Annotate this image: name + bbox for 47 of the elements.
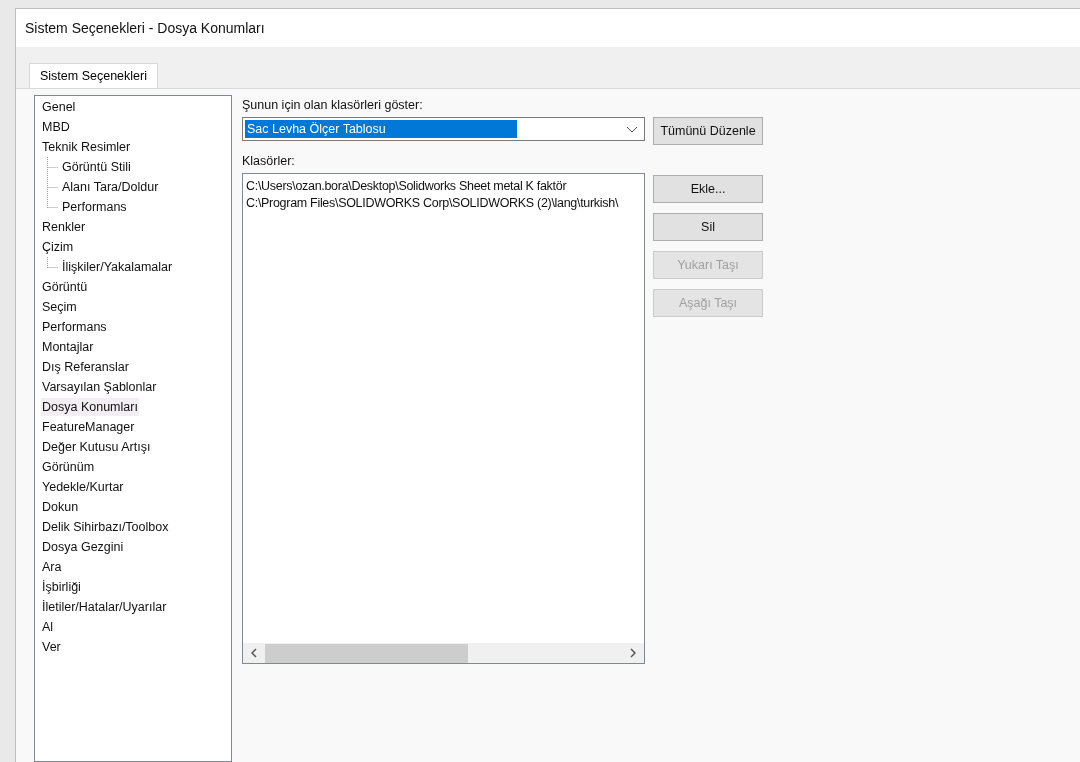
folder-list[interactable]: C:\Users\ozan.bora\Desktop\Solidworks Sheet metal K faktör C:\Program Files\SOLIDWORKS Corp\SOLIDWORKS (2)\lang\turkish\ — [242, 173, 645, 664]
tree-item[interactable]: Montajlar — [41, 337, 95, 357]
dropdown-value: Sac Levha Ölçer Tablosu — [245, 120, 517, 138]
tree-item[interactable]: FeatureManager — [41, 417, 136, 437]
tree-item[interactable]: Performans — [61, 197, 128, 217]
tree-item[interactable]: Dış Referanslar — [41, 357, 130, 377]
tree-item[interactable]: Dokun — [41, 497, 80, 517]
tree-item[interactable]: Teknik Resimler — [41, 137, 132, 157]
window-title: Sistem Seçenekleri - Dosya Konumları — [25, 18, 265, 38]
tree-item[interactable]: Yedekle/Kurtar — [41, 477, 125, 497]
dropdown[interactable]: Sac Levha Ölçer Tablosu — [242, 117, 645, 141]
tree-item[interactable]: Al — [41, 617, 55, 637]
tree-connector-icon — [47, 157, 58, 177]
tree-item[interactable]: Ara — [41, 557, 63, 577]
tree-item[interactable]: MBD — [41, 117, 71, 137]
horizontal-scrollbar[interactable] — [243, 643, 644, 663]
tab[interactable]: Sistem Seçenekleri — [29, 63, 158, 88]
tree-item[interactable]: Görüntü — [41, 277, 89, 297]
tree-item[interactable]: Dosya Gezgini — [41, 537, 125, 557]
tree-item[interactable]: Görünüm — [41, 457, 96, 477]
tree-item[interactable]: Delik Sihirbazı/Toolbox — [41, 517, 170, 537]
field-label: Şunun için olan klasörleri göster: — [242, 97, 424, 114]
tree-item[interactable]: Genel — [41, 97, 77, 117]
tree-item[interactable]: Renkler — [41, 217, 87, 237]
tree-connector-icon — [47, 257, 58, 268]
tree-item[interactable]: İletiler/Hatalar/Uyarılar — [41, 597, 168, 617]
scrollbar-thumb[interactable] — [265, 643, 468, 663]
chevron-left-icon — [251, 648, 257, 658]
folder-action-button[interactable]: Sil — [653, 213, 763, 241]
tree-item[interactable]: Çizim — [41, 237, 75, 257]
folder-path[interactable]: C:\Program Files\SOLIDWORKS Corp\SOLIDWORKS (2)\lang\turkish\ — [246, 194, 644, 211]
folder-action-button[interactable]: Ekle... — [653, 175, 763, 203]
tree-item[interactable]: Dosya Konumları — [41, 397, 139, 417]
tree-item[interactable]: İlişkiler/Yakalamalar — [61, 257, 174, 277]
tree-item[interactable]: İşbirliği — [41, 577, 82, 597]
tree-item[interactable]: Varsayılan Şablonlar — [41, 377, 158, 397]
edit-all-button[interactable]: Tümünü Düzenle — [653, 117, 763, 145]
tree-item[interactable]: Ver — [41, 637, 62, 657]
chevron-down-icon — [626, 125, 638, 133]
tree-item[interactable]: Görüntü Stili — [61, 157, 132, 177]
folder-path[interactable]: C:\Users\ozan.bora\Desktop\Solidworks Sheet metal K faktör — [246, 177, 644, 194]
tree-item[interactable]: Değer Kutusu Artışı — [41, 437, 152, 457]
tree-item[interactable]: Seçim — [41, 297, 78, 317]
tree-item[interactable]: Performans — [41, 317, 108, 337]
tree-item[interactable]: Alanı Tara/Doldur — [61, 177, 160, 197]
chevron-right-icon — [630, 648, 636, 658]
field-label: Klasörler: — [242, 153, 296, 170]
